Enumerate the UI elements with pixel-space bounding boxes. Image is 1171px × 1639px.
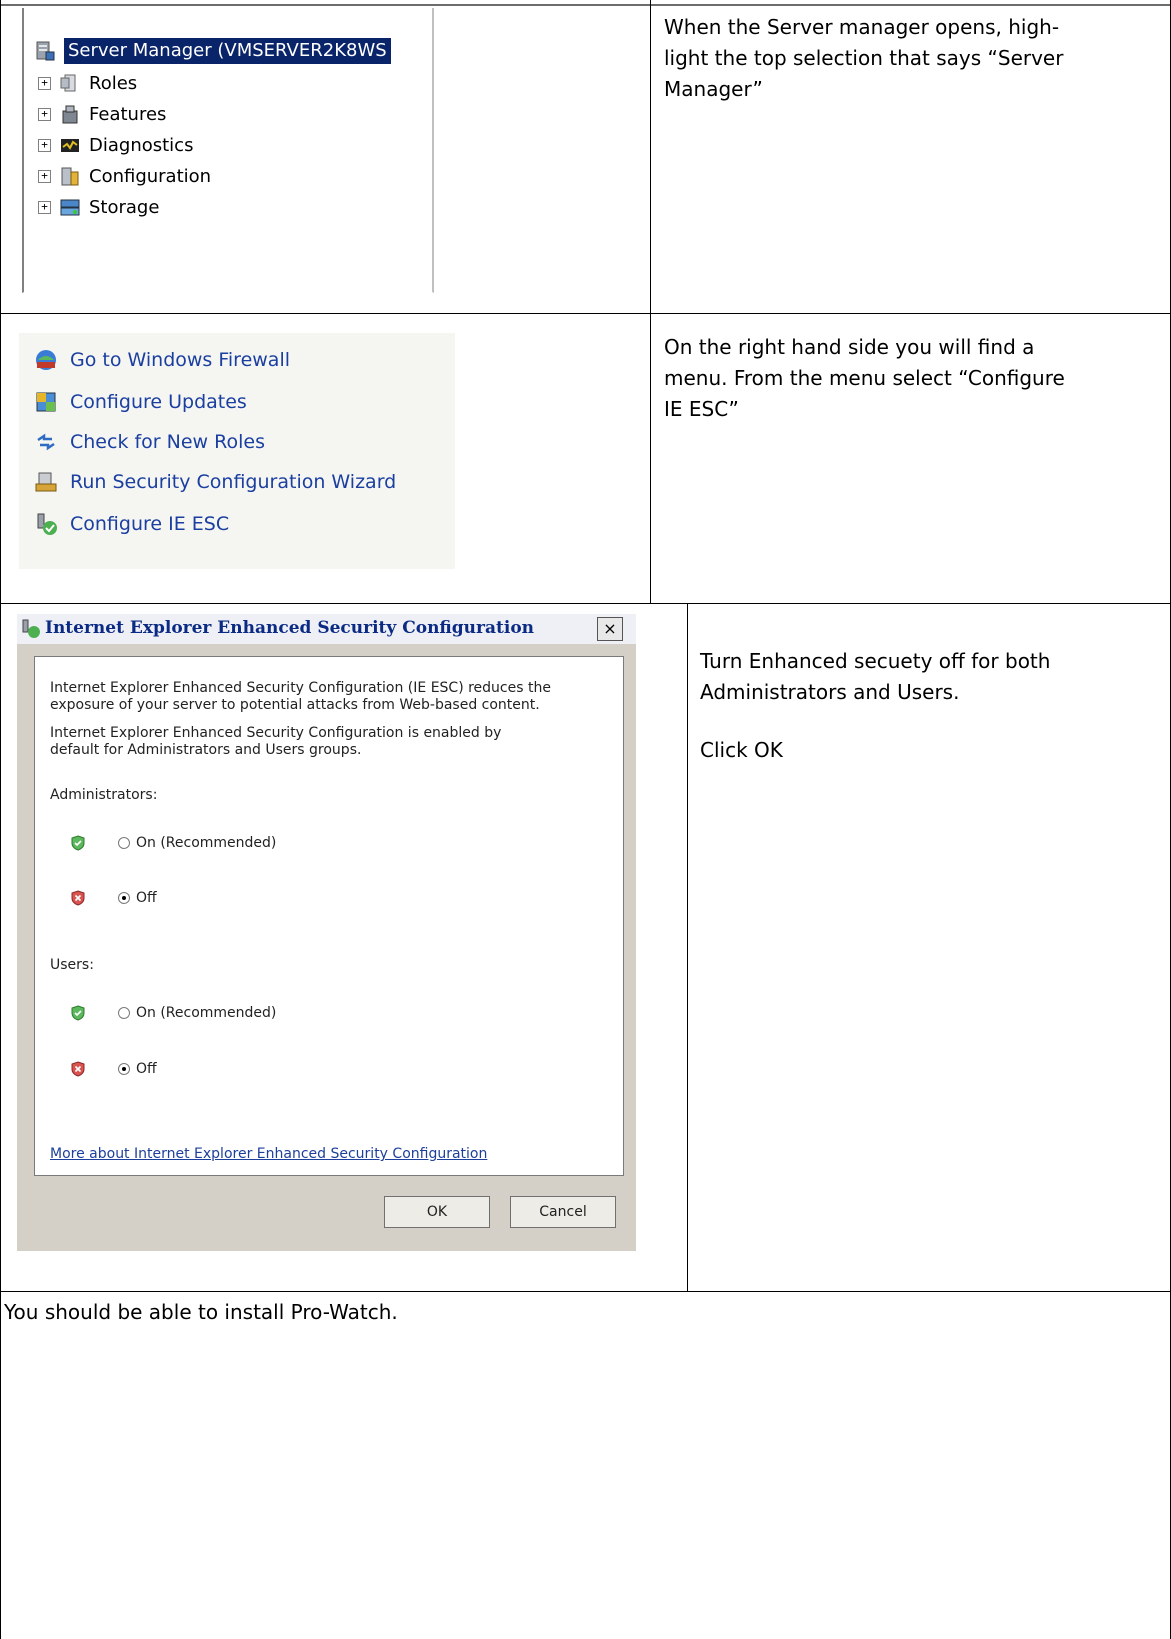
tree-item-diagnostics[interactable]: + Diagnostics [38,130,193,160]
menu-item-label: Configure Updates [70,391,247,413]
shield-x-icon [71,890,85,906]
users-on-label: On (Recommended) [136,1005,277,1021]
tree-item-label: Storage [89,196,160,218]
instruction-line: Turn Enhanced secuety off for both [700,649,1051,673]
configuration-icon [61,167,79,186]
users-off-label: Off [136,1061,157,1077]
tree-item-label: Diagnostics [89,134,194,156]
instruction-menu: On the right hand side you will find a m… [664,332,1065,425]
menu-item-check-new-roles[interactable]: Check for New Roles [34,427,265,457]
server-manager-icon [36,41,55,61]
tree-item-label: Roles [89,72,138,94]
more-info-link[interactable]: More about Internet Explorer Enhanced Se… [50,1146,487,1162]
dialog-title-bar: Internet Explorer Enhanced Security Conf… [17,614,636,644]
dialog-title: Internet Explorer Enhanced Security Conf… [45,618,535,638]
ie-esc-icon [37,513,57,535]
col-divider-2 [687,603,688,1291]
instruction-line: light the top selection that says “Serve… [664,46,1064,70]
shield-x-icon [71,1061,85,1077]
action-menu-screenshot: Go to Windows Firewall Configure Updates… [19,333,455,569]
dialog-description-2: Internet Explorer Enhanced Security Conf… [50,725,501,759]
admins-off-radio-selected[interactable] [118,892,130,904]
expand-icon[interactable]: + [38,200,51,214]
ie-esc-icon [22,619,40,638]
dialog-text-line: Internet Explorer Enhanced Security Conf… [50,680,551,696]
expand-icon[interactable]: + [38,138,51,152]
dialog-text-line: default for Administrators and Users gro… [50,742,362,758]
instruction-server-manager: When the Server manager opens, high- lig… [664,12,1063,105]
instruction-line: menu. From the menu select “Configure [664,366,1065,390]
table-border-left [0,0,1,1639]
tree-item-features[interactable]: + Features [38,99,166,129]
ie-esc-dialog-screenshot: Internet Explorer Enhanced Security Conf… [17,614,636,1251]
expand-icon[interactable]: + [38,169,51,183]
instruction-line: Manager” [664,77,763,101]
instruction-click-ok: Click OK [700,738,783,762]
row-divider-1 [0,313,1171,314]
refresh-icon [37,433,55,451]
close-button[interactable]: × [597,617,623,641]
admins-on-label: On (Recommended) [136,835,277,851]
users-off-option[interactable]: Off [70,1058,157,1080]
tree-item-label: Features [89,103,167,125]
tree-item-configuration[interactable]: + Configuration [38,161,211,191]
menu-item-label: Configure IE ESC [70,513,230,535]
cancel-button[interactable]: Cancel [510,1196,616,1228]
users-label: Users: [50,957,94,973]
row-divider-2 [0,603,1171,604]
admins-off-option[interactable]: Off [70,887,157,909]
instruction-line: IE ESC” [664,397,739,421]
users-on-option[interactable]: On (Recommended) [70,1002,276,1024]
final-note: You should be able to install Pro-Watch. [4,1300,398,1324]
server-manager-tree-screenshot: Server Manager (VMSERVER2K8WS + Roles + … [22,8,434,293]
row-divider-3 [0,1291,1171,1292]
dialog-content-panel: Internet Explorer Enhanced Security Conf… [34,656,624,1176]
dialog-text-line: Internet Explorer Enhanced Security Conf… [50,725,502,741]
instruction-line: When the Server manager opens, high- [664,15,1060,39]
administrators-label: Administrators: [50,787,158,803]
wizard-icon [35,472,57,492]
menu-item-security-wizard[interactable]: Run Security Configuration Wizard [34,467,396,497]
menu-item-configure-ie-esc[interactable]: Configure IE ESC [34,509,229,539]
dialog-text-line: exposure of your server to potential att… [50,697,540,713]
users-off-radio-selected[interactable] [118,1063,130,1075]
admins-off-label: Off [136,890,157,906]
instruction-line: On the right hand side you will find a [664,335,1035,359]
features-icon [62,105,78,124]
tree-root-server-manager[interactable]: Server Manager (VMSERVER2K8WS [34,36,391,66]
expand-icon[interactable]: + [38,107,51,121]
col-divider-1 [650,0,651,603]
menu-item-label: Check for New Roles [70,431,265,453]
tree-root-label: Server Manager (VMSERVER2K8WS [64,38,391,64]
storage-icon [60,199,80,216]
ok-button[interactable]: OK [384,1196,490,1228]
tree-item-storage[interactable]: + Storage [38,192,159,222]
menu-item-windows-firewall[interactable]: Go to Windows Firewall [34,345,290,375]
users-on-radio[interactable] [118,1007,130,1019]
instruction-dialog: Turn Enhanced secuety off for both Admin… [700,646,1050,708]
top-border-strip [0,0,1171,7]
admins-on-option[interactable]: On (Recommended) [70,832,276,854]
expand-icon[interactable]: + [38,76,51,90]
admins-on-radio[interactable] [118,837,130,849]
instruction-line: Administrators and Users. [700,680,960,704]
shield-check-icon [71,835,85,851]
menu-item-label: Go to Windows Firewall [70,349,291,371]
firewall-icon [36,350,56,370]
shield-check-icon [71,1005,85,1021]
dialog-description-1: Internet Explorer Enhanced Security Conf… [50,680,551,714]
updates-icon [36,392,56,412]
tree-item-label: Configuration [89,165,212,187]
diagnostics-icon [61,139,79,152]
tree-item-roles[interactable]: + Roles [38,68,137,98]
menu-item-configure-updates[interactable]: Configure Updates [34,387,247,417]
roles-icon [60,74,76,92]
menu-item-label: Run Security Configuration Wizard [70,471,397,493]
